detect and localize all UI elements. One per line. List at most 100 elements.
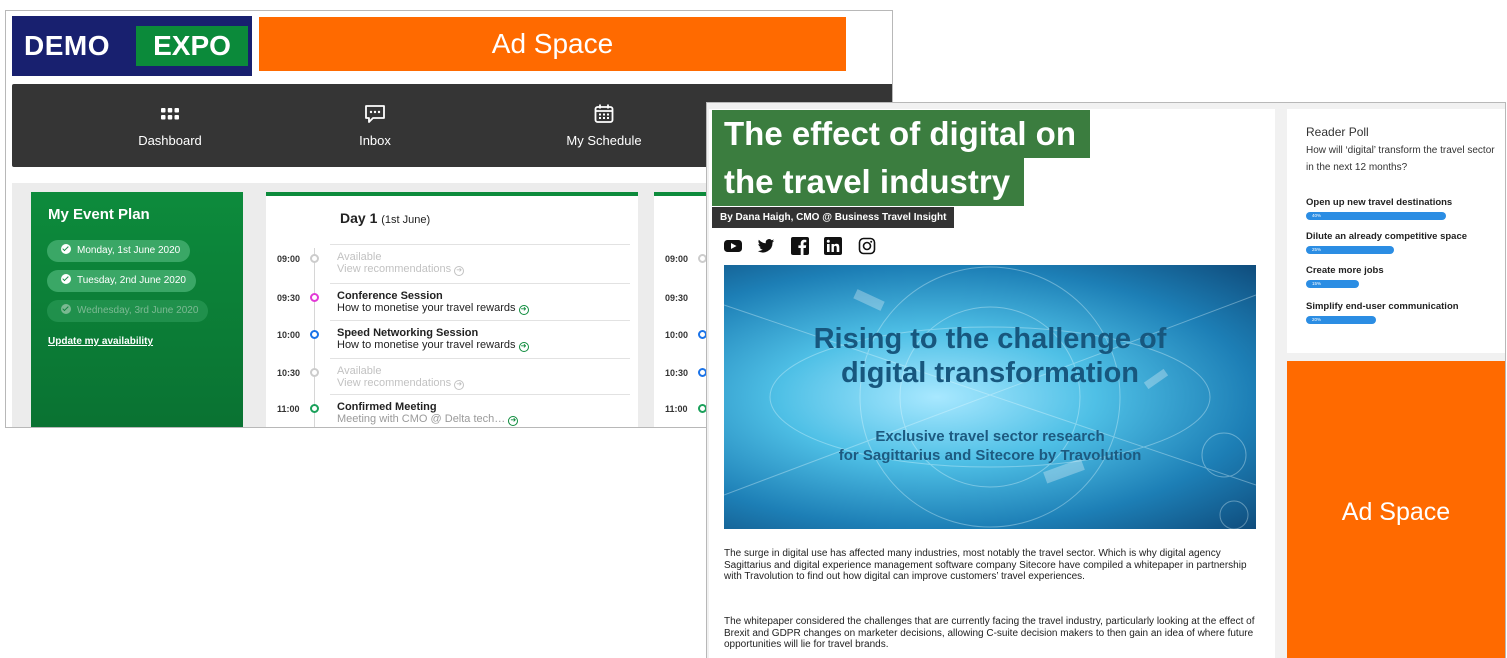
poll-bar: 25%: [1306, 246, 1394, 254]
poll-option-label: Open up new travel destinations: [1306, 197, 1453, 208]
check-icon: [61, 244, 71, 254]
article-main: The effect of digital on the travel indu…: [709, 109, 1275, 658]
slot-time: 09:30: [665, 293, 689, 303]
poll-option[interactable]: Dilute an already competitive space 25%: [1306, 231, 1501, 254]
top-ad-banner[interactable]: Ad Space: [259, 17, 846, 71]
slot-subtitle: View recommendations ➜: [337, 263, 465, 276]
article-title-line-1: The effect of digital on: [712, 110, 1090, 158]
calendar-icon: [594, 104, 614, 123]
slot-divider: [330, 394, 630, 395]
slot-title: Speed Networking Session: [337, 327, 479, 339]
side-ad-label: Ad Space: [1341, 498, 1451, 526]
hero-subheadline: Exclusive travel sector research for Sagi…: [724, 427, 1256, 465]
article-paragraph: The surge in digital use has affected ma…: [724, 548, 1247, 582]
slot-title: Available: [337, 365, 382, 377]
arrow-right-icon[interactable]: ➜: [508, 416, 519, 426]
arrow-right-icon[interactable]: ➜: [454, 380, 465, 390]
nav-my-schedule[interactable]: My Schedule: [514, 84, 694, 167]
slot-subtitle: How to monetise your travel rewards ➜: [337, 339, 529, 352]
hero-sub-line-2: for Sagittarius and Sitecore by Travolut…: [838, 447, 1142, 464]
poll-option-label: Simplify end-user communication: [1306, 301, 1459, 312]
logo-expo-text: EXPO: [136, 26, 248, 66]
facebook-icon[interactable]: [790, 237, 809, 255]
slot-subtitle: How to monetise your travel rewards ➜: [337, 302, 529, 315]
day-date: (1st June): [381, 214, 431, 226]
slot-subtitle: Meeting with CMO @ Delta tech… ➜: [337, 413, 519, 426]
demo-expo-logo[interactable]: DEMO EXPO: [12, 16, 252, 76]
slot-subtitle-text: How to monetise your travel rewards: [337, 339, 516, 351]
article-title-line-2: the travel industry: [712, 158, 1025, 206]
poll-title: Reader Poll: [1306, 125, 1369, 139]
slot-time: 09:00: [277, 254, 301, 264]
slot-status-dot: [310, 330, 319, 339]
day-title-text: Day 1: [340, 210, 378, 226]
slot-divider: [330, 320, 630, 321]
poll-option-label: Dilute an already competitive space: [1306, 231, 1468, 242]
day-2-schedule: 09:00 09:30 10:00 10:30 11:00: [654, 192, 714, 427]
slot-divider: [330, 283, 630, 284]
slot-subtitle-text: View recommendations: [337, 263, 452, 275]
nav-inbox[interactable]: Inbox: [285, 84, 465, 167]
nav-dashboard[interactable]: Dashboard: [80, 84, 260, 167]
nav-my-schedule-label: My Schedule: [566, 133, 642, 148]
plan-day-pill[interactable]: Wednesday, 3rd June 2020: [47, 300, 209, 322]
poll-option[interactable]: Create more jobs 15%: [1306, 265, 1501, 288]
linkedin-icon[interactable]: [824, 237, 843, 255]
poll-bar: 40%: [1306, 212, 1446, 220]
article-byline: By Dana Haigh, CMO @ Business Travel Ins…: [712, 207, 955, 228]
slot-divider: [330, 244, 630, 245]
hero-headline: Rising to the challenge of digital transf…: [724, 322, 1256, 390]
day-1-schedule: Day 1 (1st June) 09:00 Available View re…: [266, 192, 638, 427]
slot-time: 09:00: [665, 254, 689, 264]
dashboard-grid-icon: [161, 108, 179, 120]
check-icon: [61, 304, 71, 314]
update-availability-link[interactable]: Update my availability: [48, 336, 153, 347]
hero-headline-line-2: digital transformation: [840, 357, 1140, 389]
day-title: Day 1 (1st June): [340, 210, 430, 226]
slot-subtitle-text: View recommendations: [337, 377, 452, 389]
slot-time: 11:00: [277, 404, 300, 414]
arrow-right-icon[interactable]: ➜: [518, 342, 529, 352]
logo-demo-text: DEMO: [24, 30, 110, 61]
chat-bubble-icon: [365, 105, 385, 123]
article-paragraph: The whitepaper considered the challenges…: [724, 616, 1255, 650]
slot-time: 10:00: [665, 330, 689, 340]
twitter-icon[interactable]: [757, 237, 775, 255]
youtube-icon[interactable]: [724, 237, 742, 255]
slot-title: Confirmed Meeting: [337, 401, 437, 413]
event-plan-panel: My Event Plan Monday, 1st June 2020 Tues…: [31, 192, 243, 427]
plan-day-label: Monday, 1st June 2020: [77, 245, 181, 256]
hero-headline-line-1: Rising to the challenge of: [813, 323, 1167, 355]
plan-day-label: Tuesday, 2nd June 2020: [77, 275, 186, 286]
event-plan-title: My Event Plan: [48, 206, 150, 223]
slot-status-dot: [310, 254, 319, 263]
plan-day-pill[interactable]: Tuesday, 2nd June 2020: [47, 270, 196, 292]
nav-inbox-label: Inbox: [359, 133, 391, 148]
social-links: [724, 237, 887, 255]
hero-sub-line-1: Exclusive travel sector research: [875, 428, 1105, 445]
poll-question: How will ‘digital’ transform the travel …: [1306, 145, 1495, 173]
slot-time: 10:30: [277, 368, 301, 378]
slot-status-dot: [310, 404, 319, 413]
slot-subtitle: View recommendations ➜: [337, 377, 465, 390]
slot-title: Available: [337, 251, 382, 263]
arrow-right-icon[interactable]: ➜: [454, 266, 465, 276]
reader-poll: Reader Poll How will ‘digital’ transform…: [1287, 109, 1505, 353]
poll-option-label: Create more jobs: [1306, 265, 1384, 276]
slot-subtitle-text: Meeting with CMO @ Delta tech…: [337, 413, 506, 425]
slot-divider: [330, 358, 630, 359]
hero-image[interactable]: Rising to the challenge of digital transf…: [724, 265, 1256, 529]
slot-time: 11:00: [665, 404, 688, 414]
poll-option[interactable]: Simplify end-user communication 20%: [1306, 301, 1501, 324]
hero-decoration: [724, 266, 1256, 529]
arrow-right-icon[interactable]: ➜: [518, 305, 529, 315]
slot-time: 10:30: [665, 368, 689, 378]
slot-title: Conference Session: [337, 290, 443, 302]
poll-bar: 15%: [1306, 280, 1359, 288]
plan-day-label: Wednesday, 3rd June 2020: [77, 305, 199, 316]
instagram-icon[interactable]: [858, 237, 876, 255]
side-ad-banner[interactable]: Ad Space: [1287, 361, 1505, 658]
poll-option[interactable]: Open up new travel destinations 40%: [1306, 197, 1501, 220]
poll-bar: 20%: [1306, 316, 1376, 324]
plan-day-pill[interactable]: Monday, 1st June 2020: [47, 240, 191, 262]
